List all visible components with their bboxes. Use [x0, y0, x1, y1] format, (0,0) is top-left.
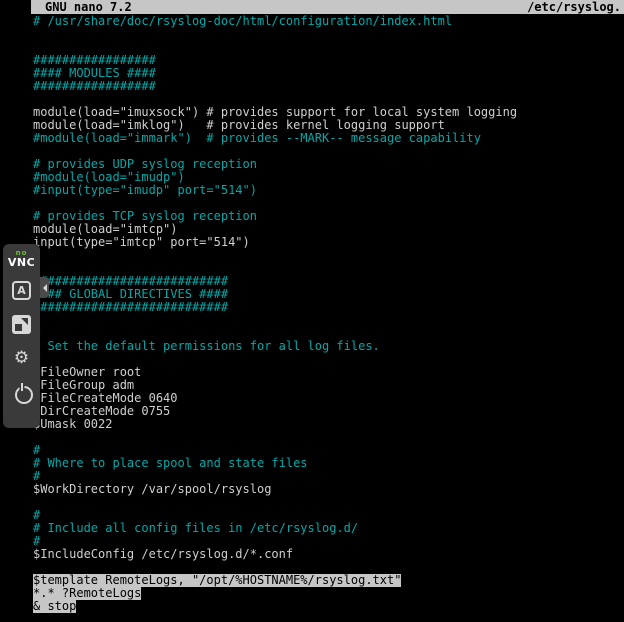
- editor-line: $WorkDirectory /var/spool/rsyslog: [33, 483, 624, 496]
- terminal[interactable]: GNU nano 7.2 /etc/rsyslog. # /usr/share/…: [31, 0, 624, 622]
- editor-line: #module(load="immark") # provides --MARK…: [33, 132, 624, 145]
- editor-line: $Umask 0022: [33, 418, 624, 431]
- settings-button[interactable]: ⚙: [9, 345, 35, 371]
- editor-line: [33, 314, 624, 327]
- power-icon: [13, 383, 31, 401]
- power-button[interactable]: [9, 379, 35, 405]
- editor-line: [33, 431, 624, 444]
- editor-line: #################: [33, 80, 624, 93]
- vnc-control-bar: no VNC A ⚙: [3, 244, 40, 428]
- editor-line: # Set the default permissions for all lo…: [33, 340, 624, 353]
- editor-line: #input(type="imudp" port="514"): [33, 184, 624, 197]
- editor-line: # Where to place spool and state files: [33, 457, 624, 470]
- editor-line: # /usr/share/doc/rsyslog-doc/html/config…: [33, 15, 624, 28]
- novnc-screen: GNU nano 7.2 /etc/rsyslog. # /usr/share/…: [0, 0, 624, 622]
- nano-titlebar: GNU nano 7.2 /etc/rsyslog.: [31, 0, 624, 14]
- control-bar-handle[interactable]: [40, 277, 49, 298]
- editor-lines: # /usr/share/doc/rsyslog-doc/html/config…: [33, 15, 624, 613]
- gear-icon: ⚙: [14, 350, 29, 367]
- editor-line: $IncludeConfig /etc/rsyslog.d/*.conf: [33, 548, 624, 561]
- editor-line: ###########################: [33, 301, 624, 314]
- fullscreen-icon: [12, 315, 31, 334]
- extra-keys-button[interactable]: A: [9, 277, 35, 303]
- fullscreen-icon-arrow: [21, 318, 28, 325]
- collapse-arrow-icon: [43, 284, 47, 292]
- novnc-logo-vnc: VNC: [8, 258, 35, 267]
- editor-line: & stop: [33, 600, 624, 613]
- editor-line: [33, 496, 624, 509]
- nano-version: GNU nano 7.2: [45, 0, 132, 14]
- editor-line: # Include all config files in /etc/rsysl…: [33, 522, 624, 535]
- keyboard-a-icon: A: [12, 281, 31, 300]
- editor-line: [33, 28, 624, 41]
- nano-filename: /etc/rsyslog.: [527, 0, 621, 14]
- novnc-logo: no VNC: [8, 249, 35, 267]
- editor-line: *.* ?RemoteLogs: [33, 587, 624, 600]
- editor-line: $DirCreateMode 0755: [33, 405, 624, 418]
- fullscreen-button[interactable]: [9, 311, 35, 337]
- editor-line: [33, 249, 624, 262]
- editor-line: input(type="imtcp" port="514"): [33, 236, 624, 249]
- fullscreen-icon-inner-square: [15, 324, 22, 331]
